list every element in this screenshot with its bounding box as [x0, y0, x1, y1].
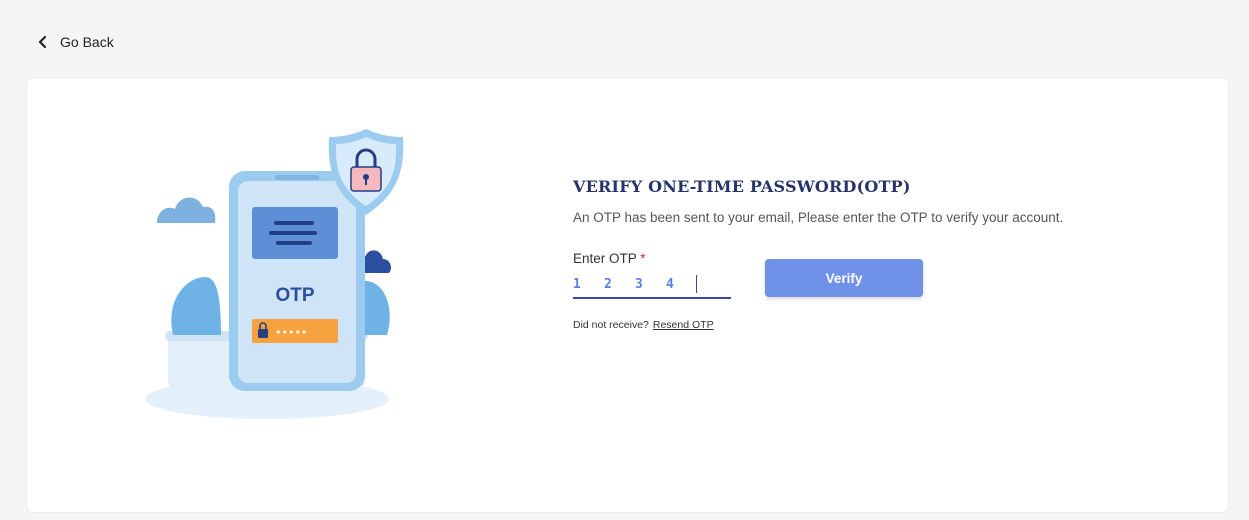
- otp-form: VERIFY ONE-TIME PASSWORD(OTP) An OTP has…: [573, 177, 1193, 331]
- go-back-label: Go Back: [60, 34, 114, 50]
- go-back-link[interactable]: Go Back: [38, 33, 114, 51]
- password-mask: •••••: [275, 326, 307, 339]
- verify-card: OTP ••••• VERIFY ONE-TIME PASSWORD(OTP) …: [27, 79, 1228, 512]
- top-bar: Go Back: [0, 0, 1249, 80]
- page-title: VERIFY ONE-TIME PASSWORD(OTP): [573, 177, 911, 196]
- illustration-otp-text: OTP: [275, 285, 314, 306]
- otp-digit: 2: [604, 276, 612, 292]
- chevron-left-icon: [38, 36, 50, 48]
- otp-digit: 4: [666, 276, 674, 292]
- otp-phone-illustration: OTP •••••: [135, 119, 425, 429]
- otp-digit: 1: [573, 276, 581, 292]
- resend-row: Did not receive? Resend OTP: [573, 319, 1193, 331]
- otp-digit: 3: [635, 276, 643, 292]
- otp-row: Enter OTP * 1 2 3 4 Verify: [573, 251, 1193, 311]
- instruction-text: An OTP has been sent to your email, Plea…: [573, 210, 1064, 225]
- otp-label-text: Enter OTP: [573, 251, 637, 266]
- resend-otp-link[interactable]: Resend OTP: [653, 319, 714, 331]
- resend-prompt: Did not receive?: [573, 319, 649, 331]
- cloud-left: [157, 197, 216, 223]
- required-asterisk: *: [640, 251, 646, 266]
- left-bush: [171, 277, 221, 335]
- text-caret: [696, 275, 697, 293]
- verify-button[interactable]: Verify: [765, 259, 923, 297]
- otp-input[interactable]: 1 2 3 4: [573, 271, 731, 299]
